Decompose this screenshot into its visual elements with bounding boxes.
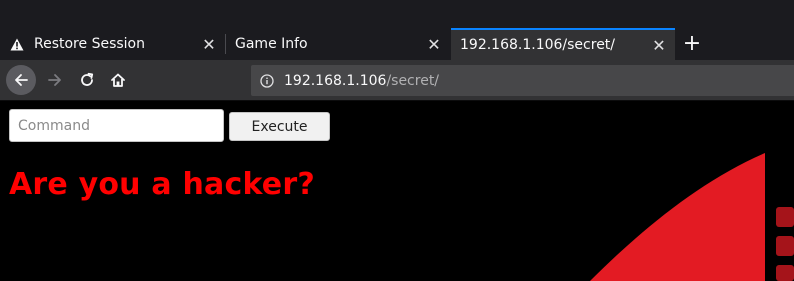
forward-arrow-icon — [48, 74, 61, 86]
page-content: Execute Are you a hacker? — [0, 101, 794, 281]
command-input[interactable] — [9, 109, 224, 142]
close-tab-icon[interactable]: ✕ — [649, 35, 669, 55]
execute-button[interactable]: Execute — [229, 112, 330, 141]
tab-secret-active[interactable]: 192.168.1.106/secret/ ✕ — [451, 28, 675, 60]
forward-button[interactable] — [40, 65, 70, 95]
browser-window: Restore Session ✕ Game Info ✕ 192.168.1.… — [0, 0, 794, 281]
tab-label: 192.168.1.106/secret/ — [460, 37, 616, 53]
tab-label: Game Info — [235, 36, 308, 52]
address-bar[interactable]: 192.168.1.106/secret/ — [251, 65, 794, 96]
reload-button[interactable] — [72, 65, 102, 95]
close-tab-icon[interactable]: ✕ — [199, 34, 219, 54]
back-button[interactable] — [6, 65, 36, 95]
warning-icon — [10, 36, 28, 52]
back-arrow-icon — [15, 74, 28, 86]
new-tab-button[interactable]: + — [680, 30, 704, 56]
red-logo-graphic — [590, 153, 794, 281]
tab-strip: Restore Session ✕ Game Info ✕ 192.168.1.… — [0, 0, 794, 60]
navigation-toolbar: 192.168.1.106/secret/ — [0, 60, 794, 101]
home-button[interactable] — [103, 65, 133, 95]
url-host: 192.168.1.106 — [284, 72, 387, 89]
reload-icon — [81, 72, 94, 86]
close-tab-icon[interactable]: ✕ — [424, 34, 444, 54]
tab-game-info[interactable]: Game Info ✕ — [226, 28, 450, 60]
home-icon — [111, 73, 125, 87]
info-icon[interactable] — [259, 73, 275, 89]
page-headline: Are you a hacker? — [9, 167, 315, 202]
tab-restore-session[interactable]: Restore Session ✕ — [0, 28, 225, 60]
url-path: /secret/ — [386, 72, 440, 89]
tab-label: Restore Session — [34, 36, 145, 52]
